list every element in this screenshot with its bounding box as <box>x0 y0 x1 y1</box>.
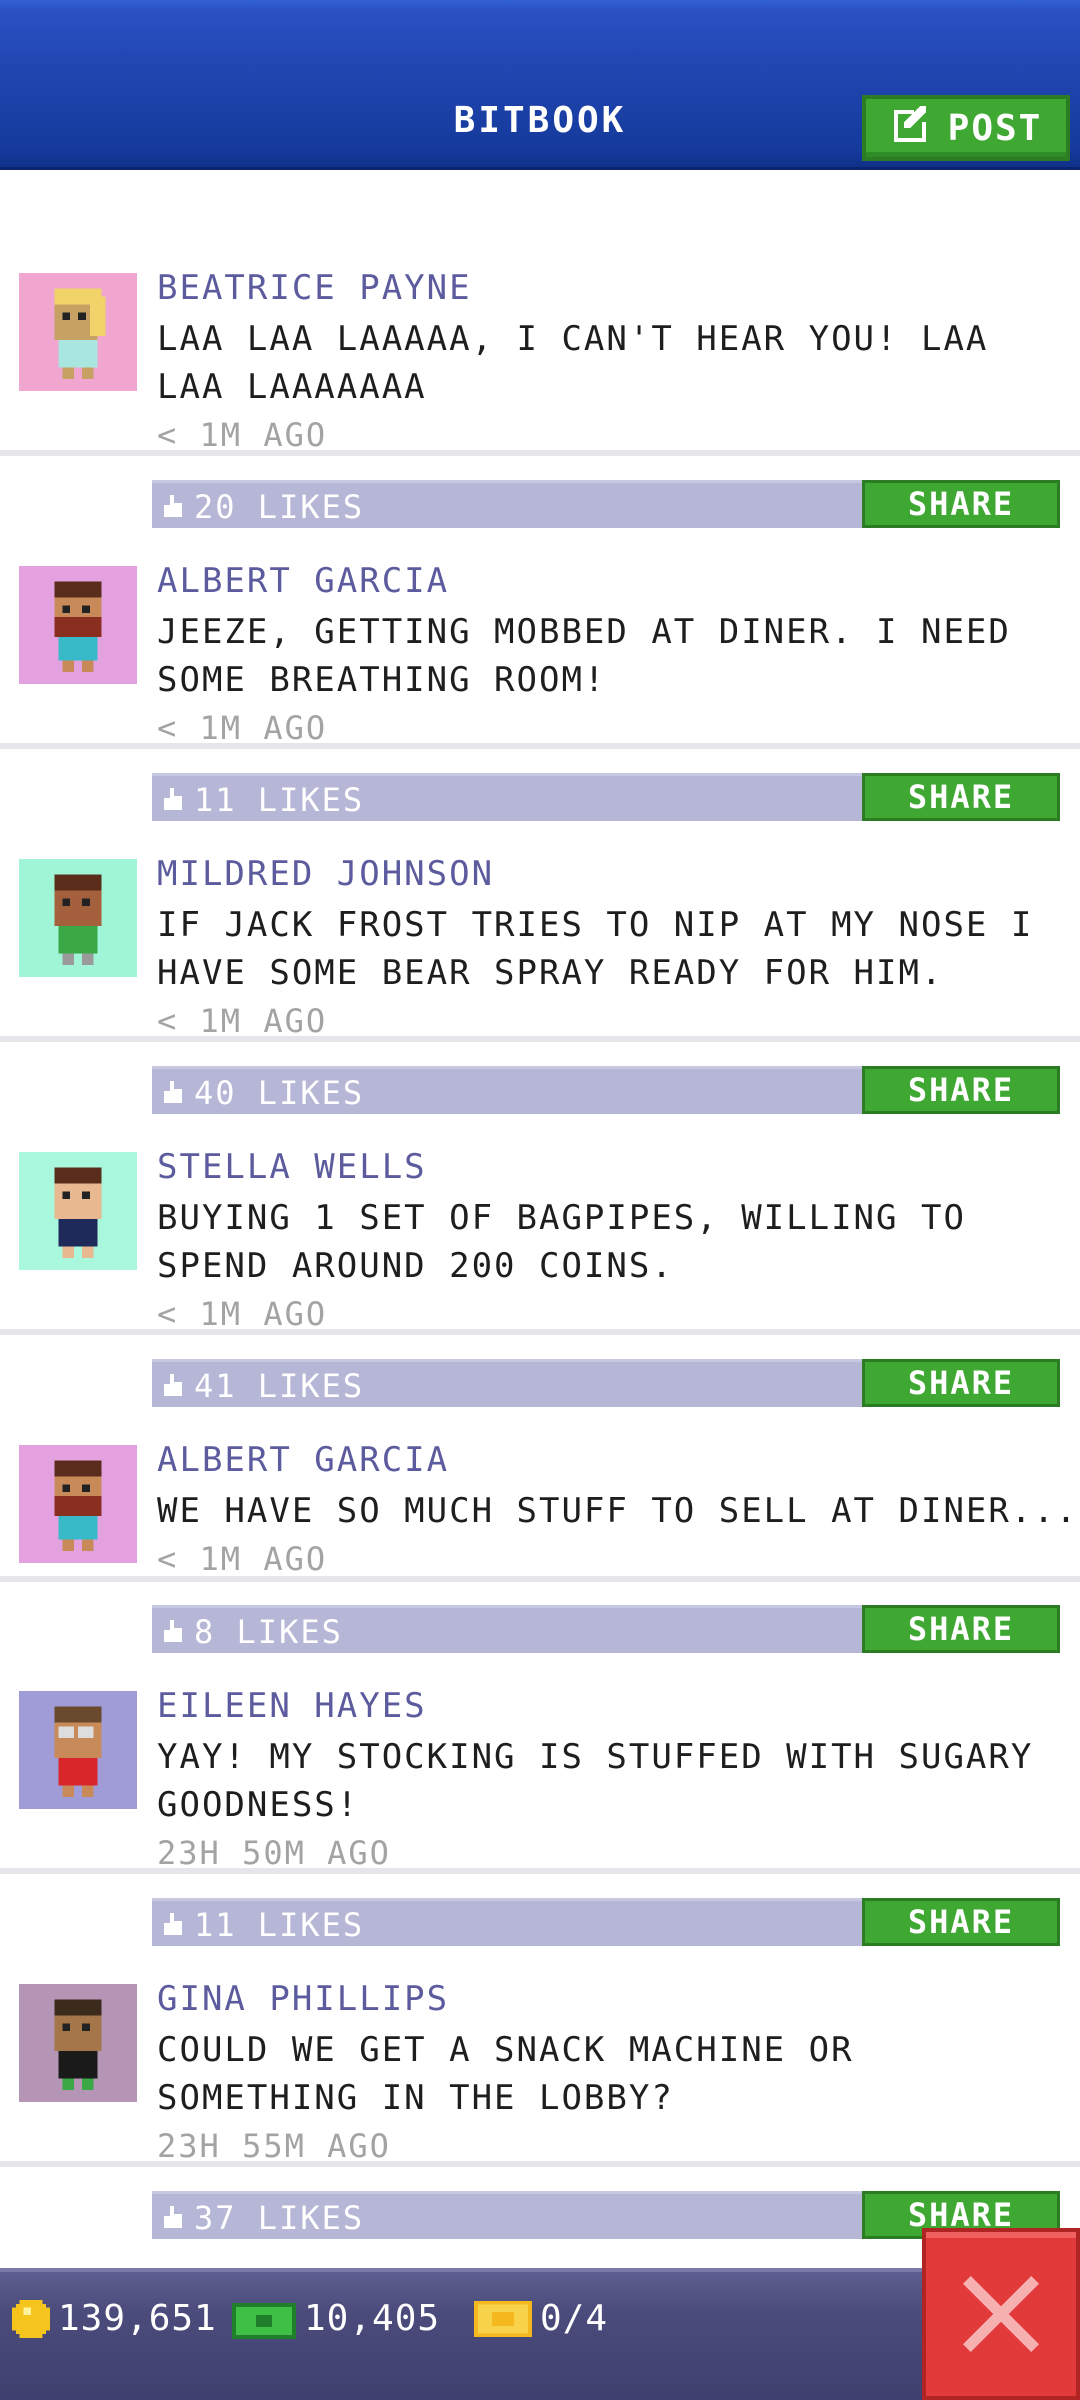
coin-icon <box>12 2299 50 2338</box>
avatar-image <box>19 859 137 977</box>
coins-display: 139,651 <box>12 2298 217 2339</box>
post-message: WE HAVE SO MUCH STUFF TO SELL AT DINER..… <box>157 1491 1079 1531</box>
like-count-label: 37 LIKES <box>194 2199 365 2237</box>
post-item: STELLA WELLS BUYING 1 SET OF BAGPIPES, W… <box>0 1049 1080 1407</box>
post-author: MILDRED JOHNSON <box>157 854 495 894</box>
post-author: EILEEN HAYES <box>157 1686 427 1726</box>
post-time: 23H 50M AGO <box>157 1834 391 1872</box>
post-message: JEEZE, GETTING MOBBED AT DINER. I NEED S… <box>157 612 1011 700</box>
close-button[interactable] <box>922 2228 1080 2400</box>
post-time: < 1M AGO <box>157 1002 328 1040</box>
bux-display: 10,405 <box>232 2298 440 2339</box>
bux-icon <box>232 2302 296 2339</box>
avatar <box>19 1984 137 2102</box>
avatar <box>19 273 137 391</box>
avatar-image <box>19 1984 137 2102</box>
tickets-count: 0/4 <box>540 2298 609 2339</box>
like-icon <box>164 2206 182 2228</box>
avatar <box>19 1691 137 1809</box>
post-time: < 1M AGO <box>157 416 328 454</box>
post-item: ALBERT GARCIA JEEZE, GETTING MOBBED AT D… <box>0 463 1080 821</box>
coins-count: 139,651 <box>58 2298 217 2339</box>
post-message: BUYING 1 SET OF BAGPIPES, WILLING TO SPE… <box>157 1198 966 1286</box>
post-author: BEATRICE PAYNE <box>157 268 472 308</box>
bux-count: 10,405 <box>304 2298 441 2339</box>
avatar <box>19 1445 137 1563</box>
avatar-image <box>19 273 137 391</box>
app-header: BITBOOK POST <box>0 0 1080 170</box>
post-item: EILEEN HAYES YAY! MY STOCKING IS STUFFED… <box>0 1588 1080 1946</box>
post-button-label: POST <box>947 107 1043 149</box>
post-message: COULD WE GET A SNACK MACHINE OR SOMETHIN… <box>157 2030 854 2118</box>
edit-icon <box>890 102 934 155</box>
avatar <box>19 859 137 977</box>
post-message: LAA LAA LAAAAA, I CAN'T HEAR YOU! LAA LA… <box>157 319 989 407</box>
post-time: < 1M AGO <box>157 1295 328 1333</box>
post-item: BEATRICE PAYNE LAA LAA LAAAAA, I CAN'T H… <box>0 170 1080 528</box>
post-time: < 1M AGO <box>157 709 328 747</box>
post-author: STELLA WELLS <box>157 1147 427 1187</box>
post-item: GINA PHILLIPS COULD WE GET A SNACK MACHI… <box>0 1881 1080 2239</box>
like-count[interactable]: 37 LIKES <box>162 2199 364 2237</box>
post-item: ALBERT GARCIA WE HAVE SO MUCH STUFF TO S… <box>0 1342 1080 1653</box>
post-author: ALBERT GARCIA <box>157 1440 450 1480</box>
post-author: GINA PHILLIPS <box>157 1979 450 2019</box>
ticket-icon <box>474 2300 532 2337</box>
avatar-image <box>19 1152 137 1270</box>
post-time: < 1M AGO <box>157 1540 328 1578</box>
avatar-image <box>19 1445 137 1563</box>
avatar-image <box>19 566 137 684</box>
avatar <box>19 566 137 684</box>
post-message: IF JACK FROST TRIES TO NIP AT MY NOSE I … <box>157 905 1034 993</box>
post-author: ALBERT GARCIA <box>157 561 450 601</box>
currency-bar: 139,651 10,405 0/4 <box>0 2268 1080 2400</box>
avatar-image <box>19 1691 137 1809</box>
post-item: MILDRED JOHNSON IF JACK FROST TRIES TO N… <box>0 756 1080 1114</box>
post-button[interactable]: POST <box>862 95 1070 161</box>
post-time: 23H 55M AGO <box>157 2127 391 2165</box>
avatar <box>19 1152 137 1270</box>
close-icon <box>963 2276 1039 2352</box>
tickets-display: 0/4 <box>474 2298 608 2339</box>
post-message: YAY! MY STOCKING IS STUFFED WITH SUGARY … <box>157 1737 1034 1825</box>
